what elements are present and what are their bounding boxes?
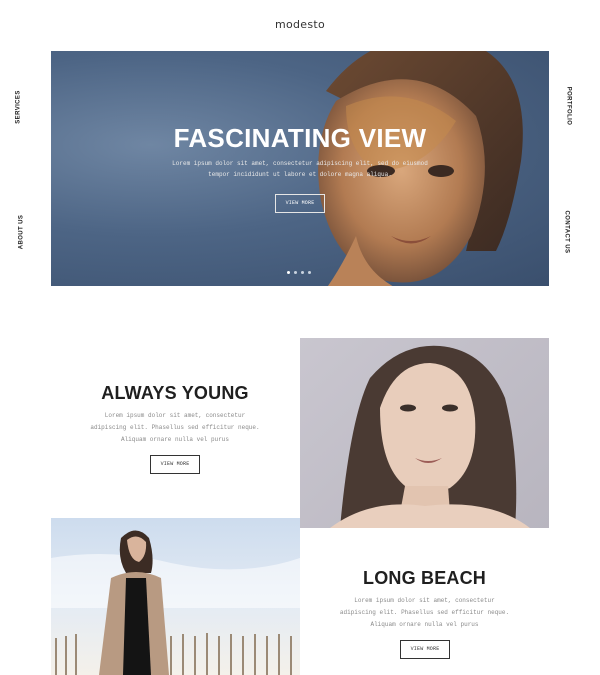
section-text: Lorem ipsum dolor sit amet, consectetur …	[300, 595, 549, 631]
slider-dot[interactable]	[301, 271, 304, 274]
section-text-line: adipiscing elit. Phasellus sed efficitur…	[90, 424, 260, 431]
hero-text-line: tempor incididunt ut labore et dolore ma…	[208, 171, 392, 178]
nav-portfolio-link[interactable]: PORTFOLIO	[565, 87, 571, 126]
long-beach-section: LONG BEACH Lorem ipsum dolor sit amet, c…	[300, 568, 549, 659]
always-young-section: ALWAYS YOUNG Lorem ipsum dolor sit amet,…	[51, 383, 299, 474]
slider-dots	[287, 261, 315, 279]
hero-text: Lorem ipsum dolor sit amet, consectetur …	[51, 158, 549, 180]
slider-dot[interactable]	[294, 271, 297, 274]
section-text: Lorem ipsum dolor sit amet, consectetur …	[51, 410, 299, 446]
hero-title: FASCINATING VIEW	[173, 123, 427, 153]
beach-image	[51, 518, 300, 675]
section-title: LONG BEACH	[363, 568, 486, 588]
long-beach-view-more-button[interactable]: VIEW MORE	[400, 640, 450, 659]
section-text-line: adipiscing elit. Phasellus sed efficitur…	[339, 609, 510, 616]
section-title: ALWAYS YOUNG	[101, 383, 249, 403]
always-young-view-more-button[interactable]: VIEW MORE	[150, 455, 200, 474]
nav-about-link[interactable]: ABOUT US	[18, 215, 24, 250]
slider-dot[interactable]	[287, 271, 290, 274]
hero-view-more-button[interactable]: VIEW MORE	[275, 194, 325, 213]
hero-text-line: Lorem ipsum dolor sit amet, consectetur …	[172, 160, 428, 167]
portrait-model-image	[330, 345, 530, 528]
nav-services-link[interactable]: SERVICES	[16, 90, 22, 123]
nav-contact-link[interactable]: CONTACT US	[563, 211, 569, 254]
section-text-line: Aliquam ornare nulla vel purus	[120, 436, 230, 443]
section-text-line: Lorem ipsum dolor sit amet, consectetur	[354, 597, 495, 604]
section-text-line: Aliquam ornare nulla vel purus	[370, 621, 479, 628]
hero-slider: FASCINATING VIEW Lorem ipsum dolor sit a…	[51, 51, 549, 286]
slider-dot[interactable]	[308, 271, 311, 274]
section-text-line: Lorem ipsum dolor sit amet, consectetur	[104, 412, 246, 419]
site-logo[interactable]: modesto	[0, 18, 600, 31]
beach-model-image	[51, 530, 300, 675]
portrait-image	[300, 338, 549, 528]
hero-content: FASCINATING VIEW Lorem ipsum dolor sit a…	[51, 123, 549, 180]
